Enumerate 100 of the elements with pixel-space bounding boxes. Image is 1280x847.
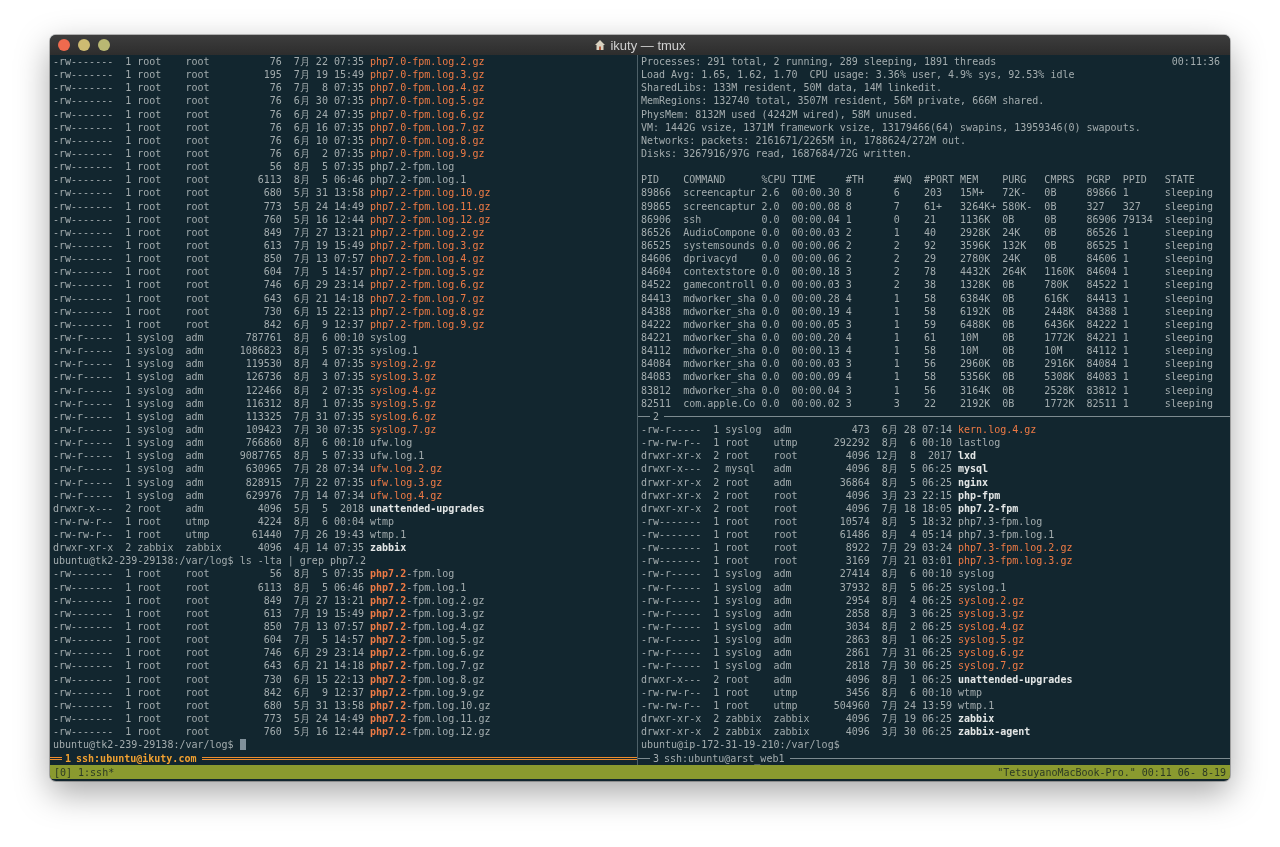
process-row: 89866 screencaptur 2.6 00:00.30 8 6 203 15M+ 72K- 0B 89866 1 sleeping xyxy=(641,186,1213,200)
file-name: php7.2-fpm.log.9.gz xyxy=(370,317,485,331)
process-row-text: 84222 mdworker_sha 0.0 00:00.05 3 1 59 6488K 0B 6436K 84222 1 sleeping xyxy=(641,318,1213,331)
file-details: -rw------- 1 root root 613 7月 19 15:49 xyxy=(53,238,365,253)
file-details: -rw------- 1 root root 746 6月 29 23:14 xyxy=(53,278,365,292)
file-name: syslog xyxy=(958,567,995,581)
file-name: unattended-upgrades xyxy=(370,501,485,515)
stats-line: Networks: packets: 2161671/2265M in, 1788624/272M out. xyxy=(641,133,967,147)
file-details: -rw-r----- 1 syslog adm 27414 8月 6 00:10 xyxy=(641,567,953,581)
file-name: syslog.5.gz xyxy=(958,633,1025,647)
match-highlight: php7.2 xyxy=(370,672,407,686)
file-details: -rw-r----- 1 syslog adm 630965 7月 28 07:34 xyxy=(53,462,365,476)
file-details: -rw------- 1 root root 604 7月 5 14:57 xyxy=(53,633,365,647)
file-details: drwxr-xr-x 2 root root 4096 12月 8 2017 xyxy=(641,449,953,463)
file-details: drwxr-xr-x 2 root root 4096 7月 18 18:05 xyxy=(641,501,953,515)
file-name: php7.2-fpm.log.11.gz xyxy=(370,199,491,213)
file-name: syslog.4.gz xyxy=(958,620,1025,634)
file-name: lastlog xyxy=(958,436,1001,450)
file-name: syslog.4.gz xyxy=(370,383,437,397)
file-name: ufw.log.2.gz xyxy=(370,462,443,476)
file-details: -rw-r----- 1 syslog adm 116312 8月 1 07:35 xyxy=(53,396,365,410)
process-row: 83812 mdworker_sha 0.0 00:00.04 3 1 56 3164K 0B 2528K 83812 1 sleeping xyxy=(641,383,1213,397)
match-highlight: php7.2 xyxy=(370,580,407,594)
file-details: -rw------- 1 root root 61486 8月 4 05:14 xyxy=(641,528,953,542)
process-row: 89865 screencaptur 2.0 00:00.08 8 7 61+ 3264K+ 580K- 0B 327 327 sleeping xyxy=(641,199,1213,213)
file-name: ufw.log xyxy=(370,436,413,450)
file-details: -rw-r----- 1 syslog adm 766860 8月 6 00:10 xyxy=(53,436,365,450)
file-details: -rw------- 1 root root 613 7月 19 15:49 xyxy=(53,606,365,621)
minimize-button[interactable] xyxy=(78,39,90,51)
file-name: -fpm.log.8.gz xyxy=(406,672,485,686)
pane-number: 1 xyxy=(64,752,73,764)
file-name: php7.2-fpm.log.12.gz xyxy=(370,212,491,226)
file-name: php7.2-fpm.log.2.gz xyxy=(370,225,485,239)
file-name: -fpm.log.7.gz xyxy=(406,659,485,673)
file-name: php7.2-fpm.log.5.gz xyxy=(370,265,485,279)
file-name: -fpm.log.1 xyxy=(406,580,467,594)
match-highlight: php7.2 xyxy=(370,646,407,660)
file-details: drwxr-x--- 2 root adm 4096 5月 5 2018 xyxy=(53,501,365,515)
file-name: -fpm.log xyxy=(406,567,455,581)
process-row: 84522 gamecontroll 0.0 00:00.03 3 2 38 1328K 0B 780K 84522 1 sleeping xyxy=(641,278,1213,292)
file-name: -fpm.log.2.gz xyxy=(406,593,485,607)
file-details: -rw------- 1 root root 643 6月 21 14:18 xyxy=(53,659,365,673)
file-details: -rw-r----- 1 syslog adm 113325 7月 31 07:35 xyxy=(53,409,365,423)
process-row-text: 82511 com.apple.Co 0.0 00:00.02 3 3 22 2192K 0B 1772K 82511 1 sleeping xyxy=(641,397,1213,410)
file-name: php7.3-fpm.log.1 xyxy=(958,528,1055,542)
match-highlight: php7.2 xyxy=(370,698,407,713)
file-details: -rw-rw-r-- 1 root utmp 292292 8月 6 00:10 xyxy=(641,436,953,450)
file-name: php7.0-fpm.log.7.gz xyxy=(370,120,485,134)
file-name: php7.2-fpm.log.7.gz xyxy=(370,291,485,305)
match-highlight: php7.2 xyxy=(370,567,407,581)
host-clock-text: "TetsuyanoMacBook-Pro." 00:11 06- 8-19 xyxy=(997,766,1226,778)
file-details: -rw-r----- 1 syslog adm 3034 8月 2 06:25 xyxy=(641,620,953,634)
match-highlight: php7.2 xyxy=(370,685,407,699)
file-details: -rw-r----- 1 syslog adm 2861 7月 31 06:25 xyxy=(641,646,953,660)
file-details: -rw------- 1 root root 760 5月 16 12:44 xyxy=(53,725,365,739)
file-name: php7.2-fpm.log.6.gz xyxy=(370,278,485,292)
window-tab[interactable]: 1:ssh* xyxy=(78,766,115,778)
file-details: -rw------- 1 root root 850 7月 13 07:57 xyxy=(53,620,365,634)
match-highlight: php7.2 xyxy=(370,633,407,647)
match-highlight: php7.2 xyxy=(370,593,407,607)
file-details: drwxr-xr-x 2 zabbix zabbix 4096 4月 14 07:35 xyxy=(53,541,365,555)
stats-line: VM: 1442G vsize, 1371M framework vsize, 13179466(64) swapins, 13959346(0) swapouts. xyxy=(641,120,1141,134)
house-icon xyxy=(594,39,607,51)
file-name: lxd xyxy=(958,449,977,463)
file-details: -rw------- 1 root root 643 6月 21 14:18 xyxy=(53,291,365,305)
file-details: -rw-r----- 1 syslog adm 9087765 8月 5 07:33 xyxy=(53,449,365,463)
match-highlight: php7.2 xyxy=(370,712,407,726)
file-name: zabbix-agent xyxy=(958,725,1031,739)
file-name: -fpm.log.12.gz xyxy=(406,725,491,739)
file-details: -rw-r----- 1 syslog adm 2863 8月 1 06:25 xyxy=(641,633,953,647)
file-details: -rw------- 1 root root 730 6月 15 22:13 xyxy=(53,672,365,686)
file-name: php7.2-fpm.log.3.gz xyxy=(370,238,485,253)
close-button[interactable] xyxy=(58,39,70,51)
file-name: wtmp xyxy=(370,514,395,529)
stats-line: Processes: 291 total, 2 running, 289 sleeping, 1891 threads xyxy=(641,55,997,69)
file-details: -rw------- 1 root root 195 7月 19 15:49 xyxy=(53,68,365,82)
file-name: -fpm.log.11.gz xyxy=(406,712,491,726)
file-details: -rw------- 1 root root 3169 7月 21 03:01 xyxy=(641,554,953,568)
file-name: php7.0-fpm.log.4.gz xyxy=(370,81,485,95)
file-details: -rw------- 1 root root 773 5月 24 14:49 xyxy=(53,199,365,213)
file-details: -rw------- 1 root root 76 7月 8 07:35 xyxy=(53,81,365,95)
file-name: syslog.7.gz xyxy=(958,659,1025,673)
file-details: -rw------- 1 root root 76 6月 24 07:35 xyxy=(53,107,365,121)
file-name: -fpm.log.9.gz xyxy=(406,685,485,699)
file-details: -rw------- 1 root root 76 6月 2 07:35 xyxy=(53,147,365,161)
file-details: -rw-r----- 1 syslog adm 122466 8月 2 07:35 xyxy=(53,383,365,397)
file-name: php7.3-fpm.log xyxy=(958,514,1043,529)
process-row: 86526 AudioCompone 0.0 00:00.03 2 1 40 2928K 24K 0B 86526 1 sleeping xyxy=(641,225,1213,239)
file-details: drwxr-x--- 2 root adm 4096 8月 1 06:25 xyxy=(641,672,953,686)
file-name: wtmp.1 xyxy=(958,698,995,713)
file-name: php-fpm xyxy=(958,488,1001,502)
file-details: drwxr-xr-x 2 root root 4096 3月 23 22:15 xyxy=(641,488,953,502)
match-highlight: php7.2 xyxy=(370,620,407,634)
stats-line: PhysMem: 8132M used (4242M wired), 58M unused. xyxy=(641,107,918,121)
file-details: -rw------- 1 root root 730 6月 15 22:13 xyxy=(53,304,365,318)
zoom-button[interactable] xyxy=(98,39,110,51)
file-details: -rw------- 1 root root 76 6月 30 07:35 xyxy=(53,94,365,108)
file-name: php7.0-fpm.log.3.gz xyxy=(370,68,485,82)
process-row: 86906 ssh 0.0 00:00.04 1 0 21 1136K 0B 0B 86906 79134 sleeping xyxy=(641,212,1213,226)
file-details: -rw------- 1 root root 56 8月 5 07:35 xyxy=(53,567,365,581)
